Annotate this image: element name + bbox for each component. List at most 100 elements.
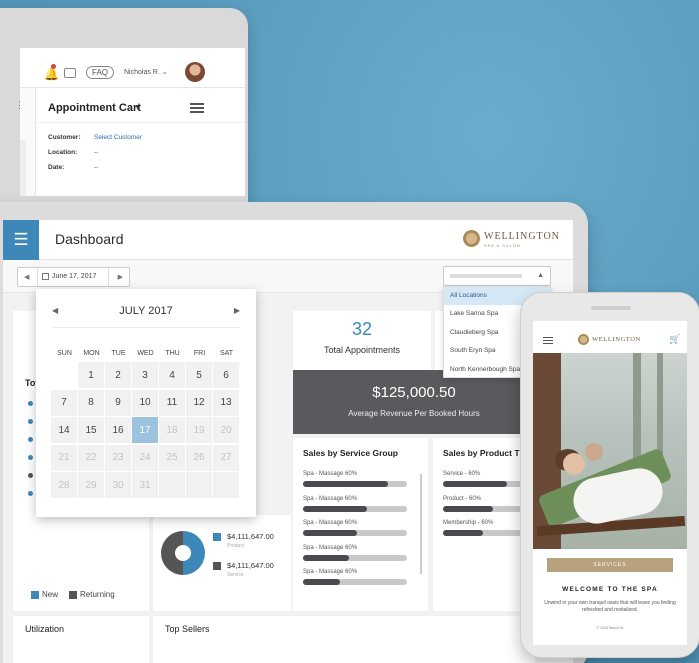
date-value: -- [94, 164, 99, 171]
location-select[interactable]: ▲ [443, 266, 551, 286]
bell-icon[interactable]: 🔔 [44, 67, 59, 81]
top-sellers-card: Top Sellers [153, 616, 535, 663]
calendar-empty-cell [186, 472, 212, 498]
bar-fill [303, 505, 368, 512]
date-field[interactable]: June 17, 2017 [52, 273, 96, 280]
calendar-day[interactable]: 4 [159, 362, 185, 388]
appointment-side-panel [20, 140, 26, 196]
calendar-day[interactable]: 3 [132, 362, 158, 388]
divider [108, 268, 109, 286]
calendar-day[interactable]: 10 [132, 389, 158, 416]
select-customer-link[interactable]: Select Customer [94, 134, 142, 141]
calendar-day[interactable]: 19 [186, 417, 212, 443]
service-value: $4,111,647.00 [227, 561, 274, 570]
calendar-day[interactable]: 6 [213, 362, 239, 388]
calendar-day[interactable]: 26 [186, 444, 212, 471]
calendar-day[interactable]: 25 [159, 444, 185, 471]
legend-dot [28, 455, 33, 460]
next-date-icon[interactable]: ▶ [118, 273, 123, 281]
card-title: Sales by Product T [443, 448, 520, 458]
spa-photo [533, 353, 687, 549]
calendar-day[interactable]: 31 [132, 472, 158, 498]
bar-label: Spa - Massage 60% [303, 471, 358, 477]
calendar-day[interactable]: 28 [51, 472, 77, 498]
phone-speaker [591, 306, 631, 310]
card-title: Top Sellers [165, 624, 210, 634]
brand-logo-icon [578, 334, 589, 345]
calendar-day[interactable]: 13 [213, 389, 239, 416]
user-menu[interactable]: Nicholas R. ⌄ [124, 68, 168, 76]
cart-icon[interactable]: 🛒 [669, 334, 680, 345]
legend-dot [28, 437, 33, 442]
calendar-day[interactable]: 11 [159, 389, 185, 416]
calendar-day[interactable]: 24 [132, 444, 158, 471]
more-vertical-icon[interactable]: ⋮ [15, 100, 24, 111]
calendar-day[interactable]: 17 [132, 417, 158, 443]
calendar-day[interactable]: 7 [51, 389, 77, 416]
calendar-day[interactable]: 16 [105, 417, 131, 443]
bar-track [303, 530, 407, 536]
brand-subtitle: SPA & SALON [484, 243, 521, 248]
bar-track [303, 554, 407, 561]
calendar-day[interactable]: 5 [186, 362, 212, 388]
caret-up-icon[interactable]: ▲ [537, 272, 544, 279]
weekday-label: SUN [57, 350, 72, 357]
scrollbar[interactable] [420, 474, 422, 574]
calendar-day[interactable]: 20 [213, 417, 239, 443]
service-sub-label: Service [227, 572, 244, 578]
calendar-day[interactable]: 27 [213, 444, 239, 471]
returning-legend-label: Returning [80, 590, 115, 599]
calendar-day[interactable]: 8 [78, 389, 104, 416]
avatar[interactable] [185, 62, 205, 82]
weekday-label: SAT [219, 350, 234, 357]
caret-down-icon[interactable]: ▼ [134, 103, 142, 112]
hamburger-menu-button[interactable]: ☰ [3, 220, 39, 260]
calendar-day[interactable]: 2 [105, 362, 131, 388]
calendar-day[interactable]: 18 [159, 417, 185, 443]
product-value: $4,111,647.00 [227, 532, 274, 541]
month-label: JULY 2017 [119, 305, 173, 317]
weekday-label: MON [83, 350, 100, 357]
user-name: Nicholas R. [124, 69, 160, 76]
date-picker-popup: ◀ JULY 2017 ▶ 1 2 3 4 5 6 7 8 9 10 11 12 13 14 15 16 17 1… [36, 289, 256, 517]
card-title: Sales by Service Group [303, 448, 398, 458]
average-revenue-card: $125,000.50 Average Revenue Per Booked H… [293, 370, 535, 434]
date-label: Date: [48, 164, 65, 171]
bar-track [303, 579, 407, 585]
phone-screen: WELLINGTON 🛒 SERVICES WELCOME TO THE SPA… [533, 321, 687, 645]
calendar-day[interactable]: 22 [78, 444, 104, 471]
bar-label: Spa - Massage 60% [303, 520, 358, 526]
weekday-label: TUE [111, 350, 126, 357]
calendar-icon[interactable] [42, 273, 49, 280]
calendar-day[interactable]: 1 [78, 362, 104, 388]
calendar-day[interactable]: 12 [186, 389, 212, 416]
calendar-day[interactable]: 14 [51, 417, 77, 443]
location-value: -- [94, 149, 99, 156]
customer-label: Customer: [48, 134, 81, 141]
bar-track [443, 481, 523, 487]
faq-button[interactable]: FAQ [86, 66, 115, 79]
welcome-heading: WELCOME TO THE SPA [562, 586, 658, 593]
returning-legend-swatch [69, 591, 77, 599]
weekday-label: THU [165, 350, 180, 357]
copyright: © 2018 SalonTrix [596, 626, 624, 630]
prev-date-icon[interactable]: ◀ [24, 273, 29, 281]
calendar-day[interactable]: 29 [78, 472, 104, 498]
calendar-day[interactable]: 21 [51, 444, 77, 471]
calendar-day[interactable]: 9 [105, 389, 131, 416]
calendar-empty-cell [159, 472, 185, 498]
divider [37, 268, 38, 286]
services-button[interactable]: SERVICES [547, 558, 673, 572]
menu-icon[interactable] [190, 103, 204, 113]
bar-label: Product - 60% [443, 495, 482, 502]
calendar-icon[interactable] [64, 68, 76, 78]
bar-fill [443, 530, 483, 536]
sales-by-service-group-card: Sales by Service Group Spa - Massage 60%… [293, 438, 428, 611]
location-label: Location: [48, 149, 78, 156]
calendar-day[interactable]: 23 [105, 444, 131, 471]
menu-icon[interactable] [543, 337, 553, 344]
divider [52, 327, 240, 328]
calendar-day[interactable]: 15 [78, 417, 104, 443]
calendar-day[interactable]: 30 [105, 472, 131, 498]
next-month-icon[interactable]: ▶ [234, 306, 240, 315]
